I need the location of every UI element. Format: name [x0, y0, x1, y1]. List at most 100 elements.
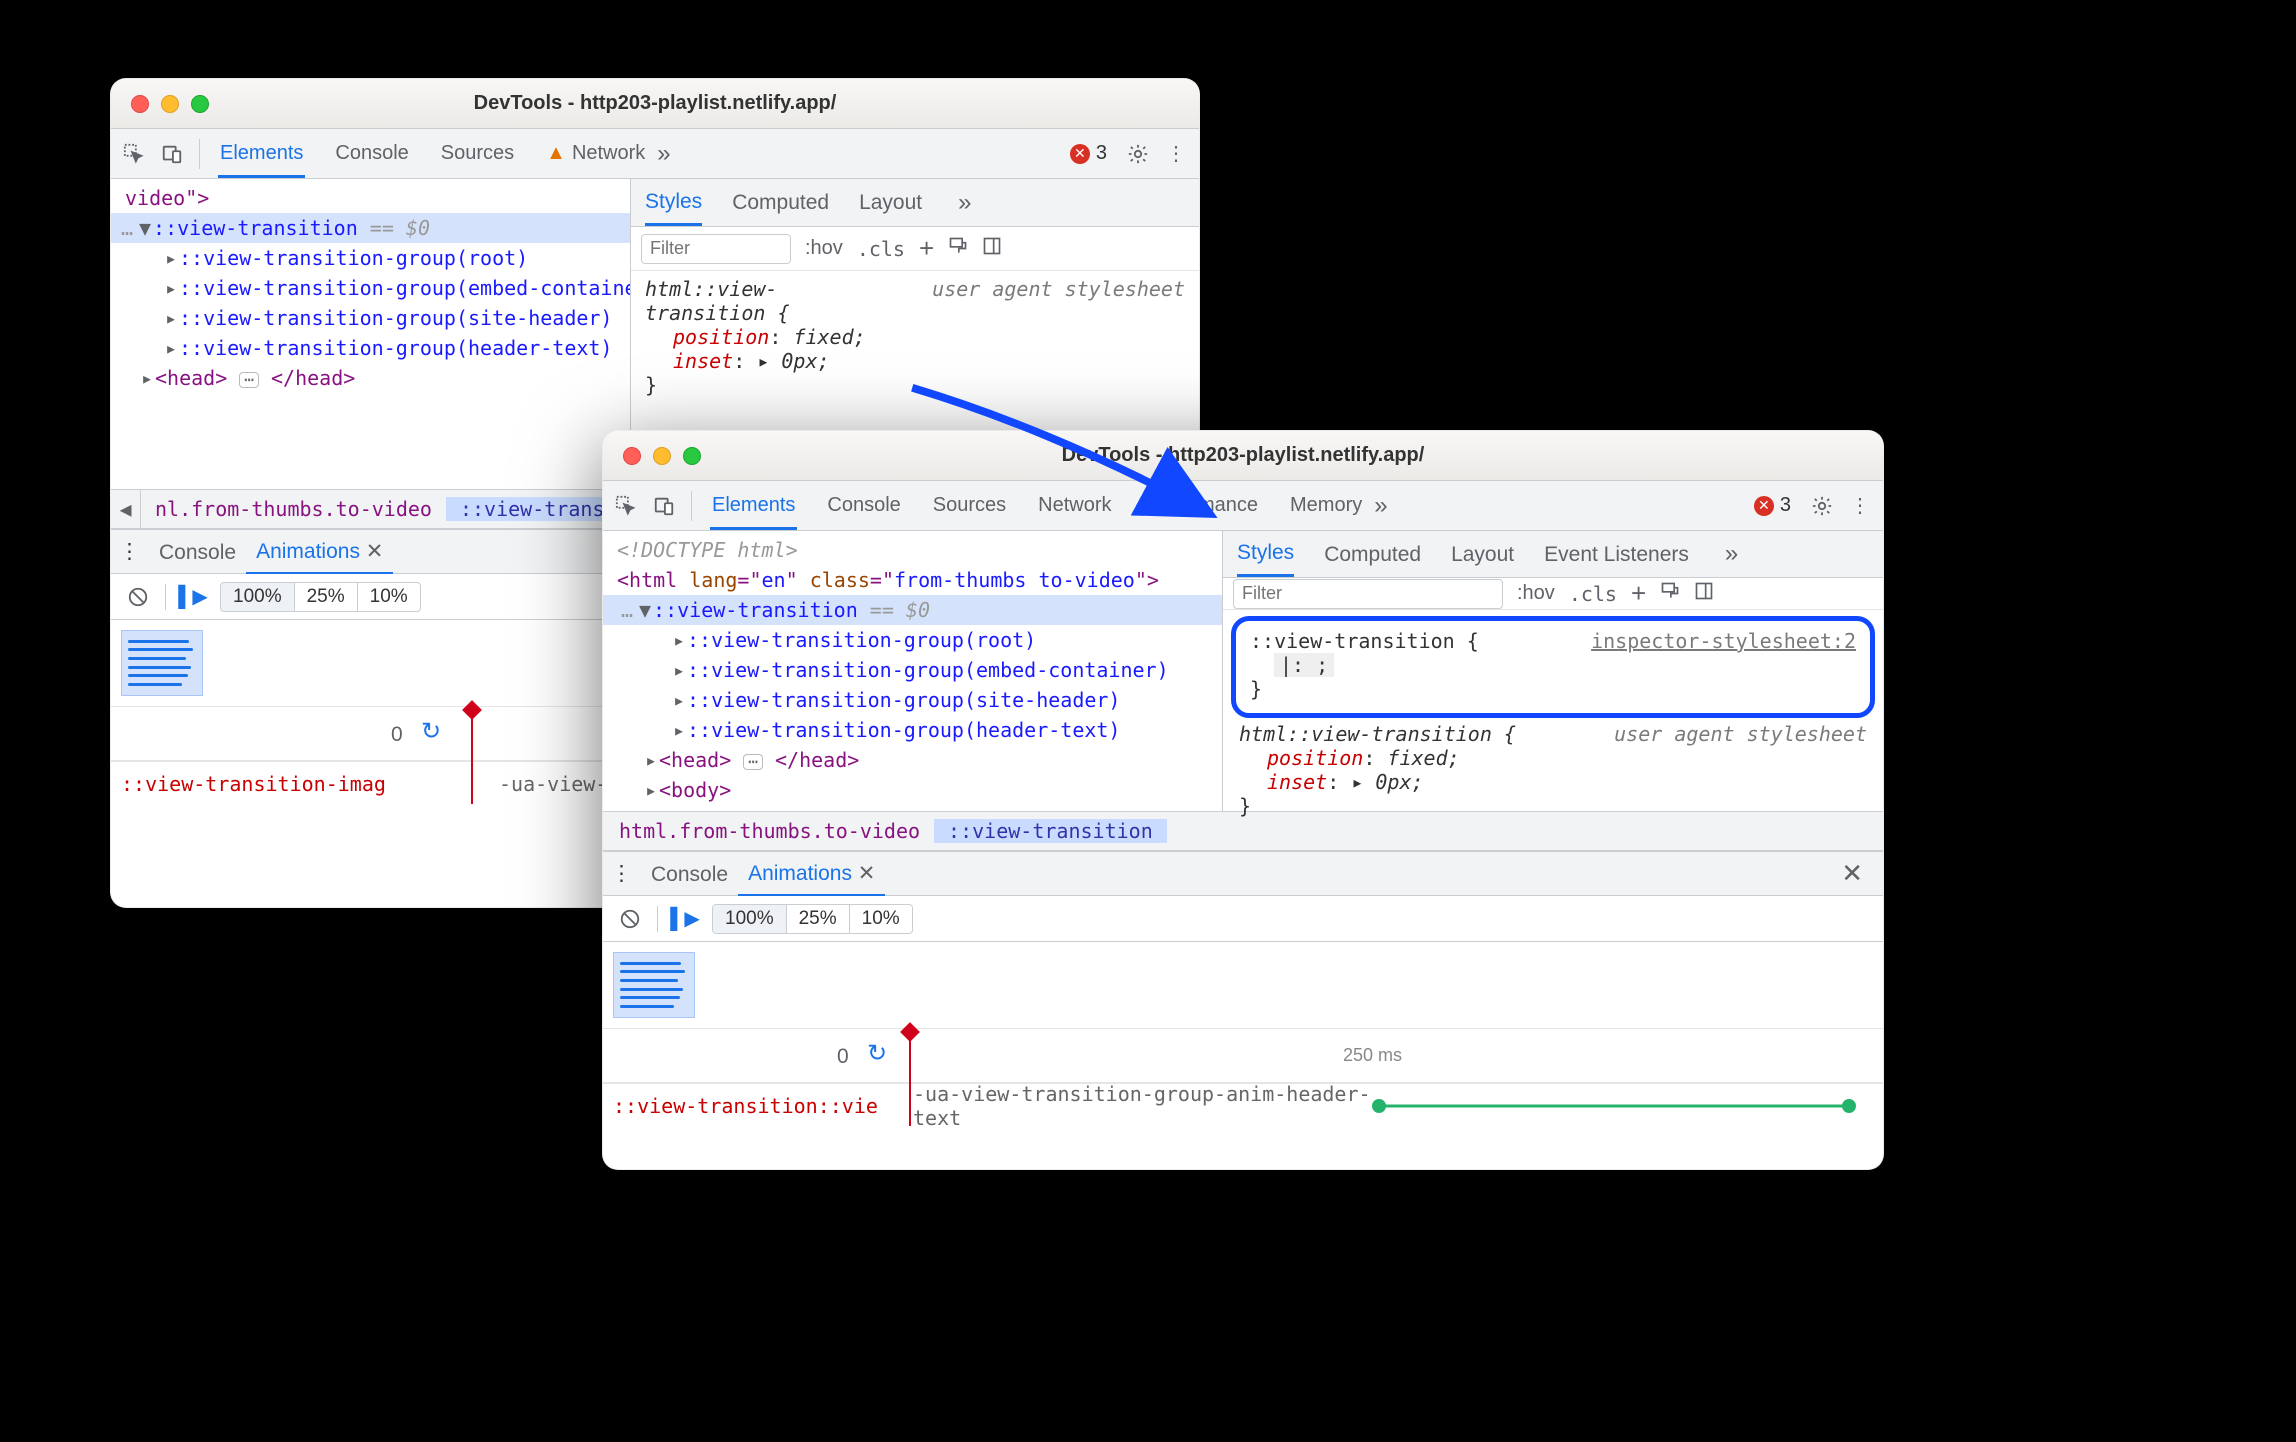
tab-layout[interactable]: Layout: [859, 181, 922, 224]
close-tab-icon[interactable]: ✕: [858, 862, 876, 885]
breadcrumb-left-icon[interactable]: ◀: [111, 490, 141, 528]
speed-toggle[interactable]: 100% 25% 10%: [712, 904, 913, 934]
error-badge[interactable]: ✕ 3: [1070, 142, 1107, 165]
panel-toggle-icon[interactable]: [982, 236, 1002, 262]
styles-rules[interactable]: user agent stylesheethtml::view-transiti…: [631, 271, 1199, 403]
clear-icon[interactable]: [613, 902, 647, 936]
settings-icon[interactable]: [1805, 489, 1839, 523]
drawer-tab-console[interactable]: Console: [641, 853, 738, 895]
cls-toggle[interactable]: .cls: [857, 237, 905, 261]
close-icon[interactable]: [623, 447, 641, 465]
maximize-icon[interactable]: [683, 447, 701, 465]
kebab-menu-icon[interactable]: ⋮: [1159, 137, 1193, 171]
css-prop[interactable]: position: [1267, 746, 1363, 770]
tab-console[interactable]: Console: [333, 130, 410, 178]
dom-node[interactable]: ▸::view-transition-group(site-header): [111, 303, 630, 333]
tab-elements[interactable]: Elements: [710, 482, 797, 530]
tab-styles[interactable]: Styles: [1237, 531, 1294, 577]
dom-node[interactable]: ▸::view-transition-group(site-header): [603, 685, 1222, 715]
more-tabs-icon[interactable]: »: [1368, 492, 1393, 520]
styles-filter-input[interactable]: [641, 234, 791, 264]
speed-100[interactable]: 100%: [713, 905, 787, 933]
more-tabs-icon[interactable]: »: [952, 189, 977, 217]
inspect-icon[interactable]: [609, 489, 643, 523]
close-icon[interactable]: [131, 95, 149, 113]
paint-icon[interactable]: [948, 236, 968, 262]
playhead-icon[interactable]: [909, 1029, 911, 1126]
speed-10[interactable]: 10%: [850, 905, 912, 933]
cls-toggle[interactable]: .cls: [1569, 582, 1617, 606]
tab-network[interactable]: Network: [1036, 482, 1113, 530]
clear-icon[interactable]: [121, 580, 155, 614]
dom-node-selected[interactable]: …▼::view-transition == $0: [111, 213, 630, 243]
tab-console[interactable]: Console: [825, 482, 902, 530]
css-prop[interactable]: inset: [1267, 770, 1327, 794]
tab-computed[interactable]: Computed: [732, 181, 829, 224]
drawer-close-icon[interactable]: ✕: [1841, 858, 1875, 889]
panel-toggle-icon[interactable]: [1694, 581, 1714, 607]
hov-toggle[interactable]: :hov: [1517, 582, 1555, 605]
kebab-menu-icon[interactable]: ⋮: [611, 861, 641, 886]
kebab-menu-icon[interactable]: ⋮: [1843, 489, 1877, 523]
inspector-stylesheet-rule[interactable]: inspector-stylesheet:2::view-transition …: [1231, 616, 1875, 718]
device-toggle-icon[interactable]: [647, 489, 681, 523]
device-toggle-icon[interactable]: [155, 137, 189, 171]
dom-node[interactable]: ▸::view-transition-group(header-text): [603, 715, 1222, 745]
more-tabs-icon[interactable]: »: [651, 140, 676, 168]
drawer-tab-animations[interactable]: Animations ✕: [738, 851, 885, 897]
dom-node[interactable]: ▸<body>: [603, 775, 1222, 805]
tab-computed[interactable]: Computed: [1324, 533, 1421, 576]
css-prop[interactable]: inset: [673, 349, 733, 373]
breadcrumb-item[interactable]: nl.from-thumbs.to-video: [141, 497, 446, 521]
animation-group-thumb[interactable]: [121, 630, 203, 696]
settings-icon[interactable]: [1121, 137, 1155, 171]
more-tabs-icon[interactable]: »: [1719, 540, 1744, 568]
rule-selector[interactable]: ::view-transition {: [1250, 629, 1479, 653]
playhead-icon[interactable]: [471, 707, 473, 804]
ellipsis-icon[interactable]: ⋯: [743, 754, 763, 770]
speed-toggle[interactable]: 100% 25% 10%: [220, 582, 421, 612]
tab-sources[interactable]: Sources: [931, 482, 1008, 530]
track-bar[interactable]: [1379, 1084, 1883, 1127]
replay-icon[interactable]: ↻: [421, 717, 441, 746]
dom-node[interactable]: <html lang="en" class="from-thumbs to-vi…: [603, 565, 1222, 595]
play-icon[interactable]: ▌▶: [176, 580, 210, 614]
dom-node[interactable]: ▸::view-transition-group(header-text): [111, 333, 630, 363]
dom-node[interactable]: ▸::view-transition-group(root): [603, 625, 1222, 655]
dom-node[interactable]: ▸<head> ⋯ </head>: [603, 745, 1222, 775]
dom-node-selected[interactable]: …▼::view-transition == $0: [603, 595, 1222, 625]
speed-100[interactable]: 100%: [221, 583, 295, 611]
tab-styles[interactable]: Styles: [645, 180, 702, 226]
dom-node[interactable]: ▸::view-transition-group(embed-container…: [111, 273, 630, 303]
dom-node[interactable]: ▸::view-transition-group(embed-container…: [603, 655, 1222, 685]
styles-filter-input[interactable]: [1233, 579, 1503, 609]
animation-group-thumb[interactable]: [613, 952, 695, 1018]
dom-node[interactable]: ▸<head> ⋯ </head>: [111, 363, 630, 393]
animation-track[interactable]: ::view-transition::vie -ua-view-transiti…: [603, 1083, 1883, 1127]
tab-network[interactable]: ▲Network: [544, 130, 647, 178]
rule-source-link[interactable]: inspector-stylesheet:2: [1591, 629, 1856, 653]
breadcrumb-item[interactable]: html.from-thumbs.to-video: [603, 819, 934, 843]
new-rule-icon[interactable]: +: [919, 233, 934, 264]
window-titlebar[interactable]: DevTools - http203-playlist.netlify.app/: [603, 431, 1883, 481]
styles-rules[interactable]: inspector-stylesheet:2::view-transition …: [1223, 610, 1883, 822]
close-tab-icon[interactable]: ✕: [366, 540, 384, 563]
tab-sources[interactable]: Sources: [439, 130, 516, 178]
rule-source[interactable]: user agent stylesheet: [1614, 722, 1867, 746]
dom-node[interactable]: ▸::view-transition-group(root): [111, 243, 630, 273]
minimize-icon[interactable]: [653, 447, 671, 465]
css-edit-stub[interactable]: |: ;: [1274, 653, 1334, 677]
drawer-tab-animations[interactable]: Animations ✕: [246, 529, 393, 575]
error-badge[interactable]: ✕ 3: [1754, 494, 1791, 517]
speed-10[interactable]: 10%: [358, 583, 420, 611]
animation-timeline-ruler[interactable]: 0 ↻ 250 ms: [603, 1029, 1883, 1083]
css-prop[interactable]: position: [673, 325, 769, 349]
elements-tree[interactable]: <!DOCTYPE html> <html lang="en" class="f…: [603, 531, 1223, 811]
tab-event-listeners[interactable]: Event Listeners: [1544, 533, 1689, 576]
play-icon[interactable]: ▌▶: [668, 902, 702, 936]
ellipsis-icon[interactable]: ⋯: [239, 372, 259, 388]
window-titlebar[interactable]: DevTools - http203-playlist.netlify.app/: [111, 79, 1199, 129]
new-rule-icon[interactable]: +: [1631, 578, 1646, 609]
hov-toggle[interactable]: :hov: [805, 237, 843, 260]
tab-memory[interactable]: Memory: [1288, 482, 1364, 530]
